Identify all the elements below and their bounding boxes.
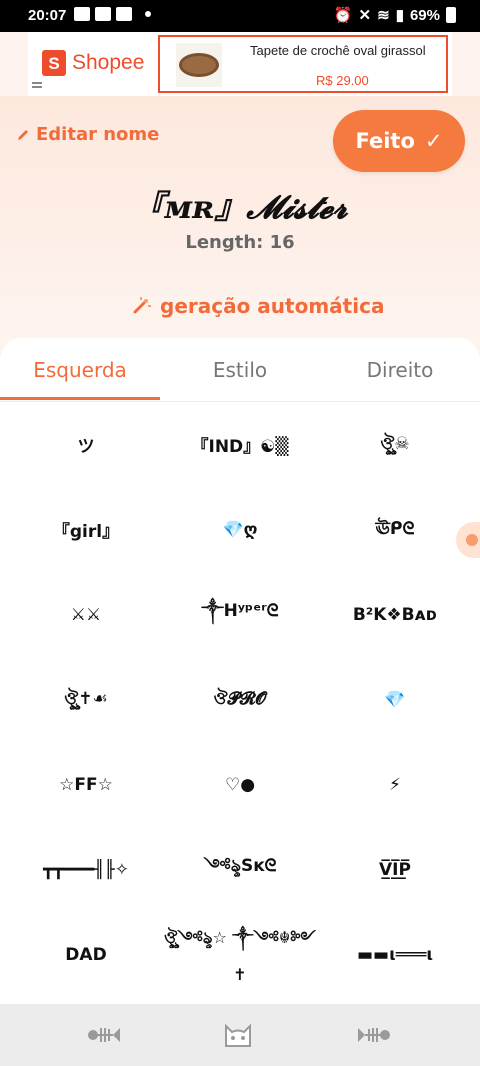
symbol-item[interactable]: ঔৣ༺ৡ☆ ༒༺☬༻✝ (160, 902, 320, 1002)
name-header: Editar nome Feito ✓ 『ᴍʀ』𝓜𝓲𝓼𝓽𝓮𝓻 Length: 1… (0, 96, 480, 346)
name-length: Length: 16 (185, 232, 295, 253)
symbol-item[interactable]: ⚔⚔ (6, 572, 166, 657)
symbol-item[interactable]: 💎 (315, 657, 475, 742)
symbol-item[interactable]: ⚡ (315, 742, 475, 827)
symbol-item[interactable]: ঔৣ✝☙ (6, 657, 166, 742)
tab-right[interactable]: Direito (320, 358, 480, 382)
system-icons: ⏰ ✕ ≋ ▮ 69% (334, 6, 456, 24)
symbol-panel: Esquerda Estilo Direito ツ 『IND』☯▒ ঔৣ☠ 『g… (0, 338, 480, 1006)
wifi-icon: ≋ (377, 7, 390, 24)
symbol-item[interactable]: ☆FF☆ (6, 742, 166, 827)
product-price: R$ 29.00 (316, 73, 369, 88)
symbol-item[interactable]: ┳┳━━━╢╟✧ (6, 827, 166, 912)
video-call-icon (74, 7, 90, 21)
symbol-item[interactable]: ঔৣ☠ (315, 402, 475, 487)
symbol-item[interactable]: ▬▬ι═══ι (315, 912, 475, 997)
auto-generate-button[interactable]: geração automática (130, 294, 384, 318)
product-thumbnail (176, 43, 222, 87)
fish-bone-icon[interactable] (356, 1018, 392, 1052)
done-label: Feito (355, 129, 415, 153)
symbol-item[interactable]: 『IND』☯▒ (160, 402, 320, 487)
edit-name-label: Editar nome (36, 124, 160, 145)
tab-left[interactable]: Esquerda (0, 358, 160, 382)
product-title: Tapete de crochê oval girassol (250, 43, 426, 58)
shopee-brand: Shopee (72, 51, 145, 74)
play-store-icon (116, 7, 132, 21)
edit-name-button[interactable]: Editar nome (16, 124, 159, 145)
symbol-item[interactable]: V̲̅I̲̅P̲̅ (315, 827, 475, 912)
symbol-item[interactable]: DAD (6, 912, 166, 997)
symbol-item[interactable]: 『girl』 (6, 487, 166, 572)
tab-style[interactable]: Estilo (160, 358, 320, 382)
symbol-item[interactable]: ঊᑭᘓ (315, 487, 475, 572)
ad-product-card[interactable]: Tapete de crochê oval girassol R$ 29.00 (158, 35, 448, 93)
ad-menu-icon[interactable] (32, 82, 42, 88)
check-icon: ✓ (424, 129, 443, 153)
mute-icon: ✕ (358, 7, 372, 24)
battery-level: 69% (409, 6, 440, 24)
alarm-icon: ⏰ (333, 7, 353, 24)
battery-icon (446, 7, 456, 23)
symbol-item[interactable]: ツ (6, 402, 166, 487)
status-time: 20:07 (28, 7, 67, 24)
shopee-bag-icon: S (42, 50, 66, 76)
symbol-item[interactable]: 💎ღ (160, 487, 320, 572)
symbol-item[interactable]: B²K❖Bᴀᴅ (315, 572, 475, 657)
ad-banner[interactable]: S Shopee Tapete de crochê oval girassol … (28, 32, 452, 96)
more-notifications-icon (145, 11, 151, 17)
magic-wand-icon (133, 297, 151, 314)
tab-bar: Esquerda Estilo Direito (0, 338, 480, 402)
gallery-icon (95, 7, 111, 21)
signal-icon: ▮ (395, 7, 404, 24)
symbol-item[interactable]: ༒Hʸᵖᵉʳᘓ (160, 572, 320, 657)
shopee-logo: S Shopee (42, 50, 144, 76)
symbol-item[interactable]: ༺ৡSᴋᘓ (160, 827, 320, 912)
done-button[interactable]: Feito ✓ (333, 110, 465, 172)
bottom-nav (0, 1004, 480, 1066)
symbol-item[interactable]: ♡● (160, 742, 320, 827)
symbol-item[interactable]: ঔ𝓟𝓡𝓞 (160, 657, 320, 742)
pencil-icon (18, 129, 28, 140)
fish-bone-icon[interactable] (86, 1018, 122, 1052)
current-name: 『ᴍʀ』𝓜𝓲𝓼𝓽𝓮𝓻 (132, 188, 348, 226)
active-tab-indicator (0, 397, 160, 400)
cat-face-icon[interactable] (220, 1018, 256, 1052)
notification-icons (74, 7, 151, 21)
auto-generate-label: geração automática (160, 294, 385, 318)
status-bar: 20:07 ⏰ ✕ ≋ ▮ 69% (0, 0, 480, 32)
